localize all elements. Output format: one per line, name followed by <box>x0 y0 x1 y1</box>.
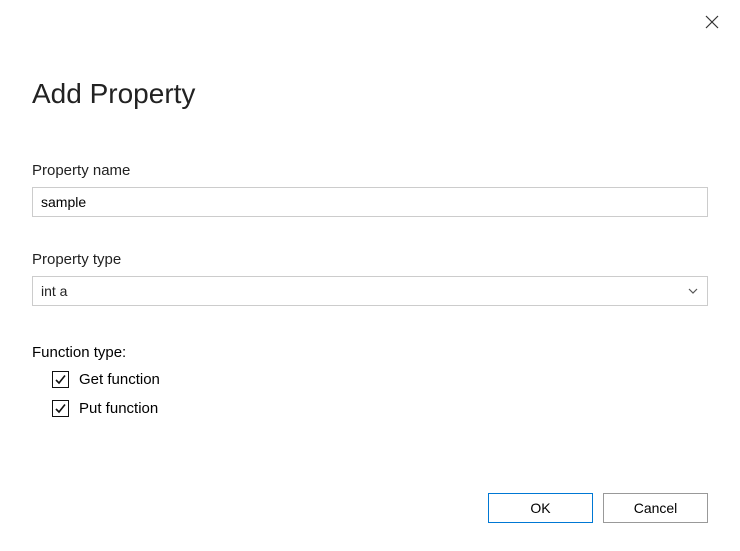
dialog-content: Add Property Property name Property type… <box>0 0 740 417</box>
put-function-row: Put function <box>52 400 708 417</box>
checkmark-icon <box>54 373 67 386</box>
get-function-label[interactable]: Get function <box>79 371 160 388</box>
property-type-label: Property type <box>32 251 708 268</box>
function-type-group: Function type: Get function Put function <box>32 344 708 417</box>
property-name-label: Property name <box>32 162 708 179</box>
close-button[interactable] <box>704 14 720 30</box>
put-function-checkbox[interactable] <box>52 400 69 417</box>
ok-button[interactable]: OK <box>488 493 593 523</box>
property-type-selected: int a <box>41 283 67 299</box>
get-function-checkbox[interactable] <box>52 371 69 388</box>
checkmark-icon <box>54 402 67 415</box>
get-function-row: Get function <box>52 371 708 388</box>
dialog-buttons: OK Cancel <box>488 493 708 523</box>
function-type-label: Function type: <box>32 344 708 361</box>
property-name-group: Property name <box>32 162 708 217</box>
cancel-button[interactable]: Cancel <box>603 493 708 523</box>
property-name-input[interactable] <box>32 187 708 217</box>
chevron-down-icon <box>687 285 699 297</box>
dialog-title: Add Property <box>32 78 708 110</box>
property-type-group: Property type int a <box>32 251 708 306</box>
put-function-label[interactable]: Put function <box>79 400 158 417</box>
close-icon <box>704 14 720 30</box>
property-type-combobox[interactable]: int a <box>32 276 708 306</box>
